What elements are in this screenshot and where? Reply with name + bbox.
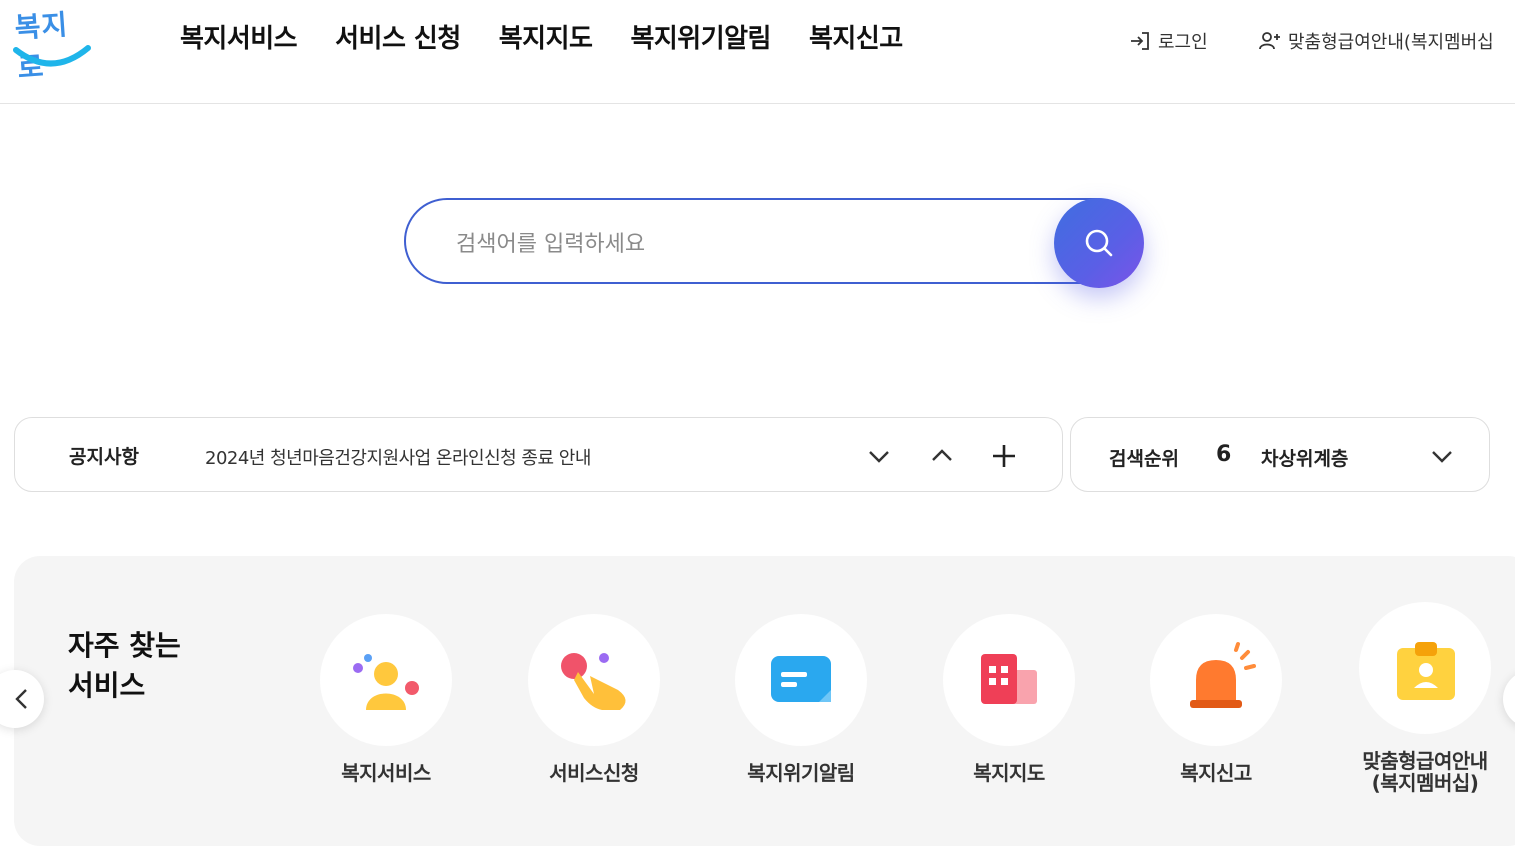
rank-label: 검색순위 — [1109, 448, 1179, 470]
site-header: 복지로 복지서비스 서비스 신청 복지지도 복지위기알림 복지신고 로그인 맞춤… — [0, 0, 1515, 104]
quick-item-welfare-report[interactable]: 복지신고 — [1121, 614, 1311, 784]
quick-item-circle — [528, 614, 660, 746]
quick-item-welfare-map[interactable]: 복지지도 — [914, 614, 1104, 784]
search-box — [404, 198, 1140, 284]
building-map-icon — [981, 654, 1037, 704]
nav-item-welfare-map[interactable]: 복지지도 — [499, 18, 593, 55]
nav-item-welfare-service[interactable]: 복지서비스 — [180, 18, 298, 55]
search-button[interactable] — [1054, 198, 1144, 288]
notice-bar: 공지사항 2024년 청년마음건강지원사업 온라인신청 종료 안내 — [14, 417, 1063, 492]
chevron-up-icon — [932, 449, 952, 461]
message-icon — [771, 656, 831, 702]
quick-item-crisis-alert[interactable]: 복지위기알림 — [706, 614, 896, 784]
quick-title-line2: 서비스 — [68, 669, 146, 702]
quick-item-label: 복지서비스 — [341, 761, 431, 785]
search-rank-bar: 검색순위 6 차상위계층 — [1070, 417, 1490, 492]
hand-tap-icon — [561, 653, 626, 710]
quick-title-line1: 자주 찾는 — [68, 629, 181, 662]
quick-item-label: 서비스신청 — [549, 761, 639, 785]
nav-item-crisis-alert[interactable]: 복지위기알림 — [630, 18, 771, 55]
notice-prev-button[interactable] — [928, 442, 956, 470]
logo-smile-icon — [13, 45, 91, 67]
search-input[interactable] — [454, 222, 1018, 266]
quick-item-circle — [1359, 602, 1491, 734]
login-icon — [1131, 32, 1149, 50]
membership-link[interactable]: 맞춤형급여안내(복지멤버십 — [1258, 28, 1494, 54]
quick-services-panel: 자주 찾는 서비스 복지서비스 서비스신청 복지위기알림 복지지도 복지신고 맞… — [14, 556, 1515, 846]
quick-item-label: 복지지도 — [973, 761, 1045, 785]
chevron-down-icon — [1432, 451, 1452, 463]
login-label: 로그인 — [1158, 32, 1208, 53]
notice-label: 공지사항 — [69, 446, 139, 468]
rank-keyword[interactable]: 차상위계층 — [1261, 444, 1348, 471]
id-badge-icon — [1397, 642, 1455, 700]
people-icon — [353, 654, 419, 710]
quick-item-label: 복지위기알림 — [747, 761, 855, 785]
quick-item-label-line2: (복지멤버십) — [1371, 771, 1479, 795]
user-plus-icon — [1259, 32, 1280, 50]
quick-item-label: 복지신고 — [1180, 761, 1252, 785]
main-nav: 복지서비스 서비스 신청 복지지도 복지위기알림 복지신고 — [180, 18, 903, 55]
chevron-left-icon — [15, 689, 27, 709]
search-icon — [1085, 229, 1113, 257]
quick-item-circle — [735, 614, 867, 746]
notice-text[interactable]: 2024년 청년마음건강지원사업 온라인신청 종료 안내 — [205, 444, 591, 470]
chevron-down-icon — [869, 451, 889, 463]
quick-item-circle — [1150, 614, 1282, 746]
search-area — [404, 198, 1144, 288]
quick-item-circle — [943, 614, 1075, 746]
nav-item-welfare-report[interactable]: 복지신고 — [809, 18, 903, 55]
rank-expand-button[interactable] — [1428, 442, 1456, 470]
quick-item-service-apply[interactable]: 서비스신청 — [499, 614, 689, 784]
membership-label: 맞춤형급여안내(복지멤버십 — [1288, 32, 1494, 53]
nav-item-service-apply[interactable]: 서비스 신청 — [335, 18, 461, 55]
notice-next-button[interactable] — [865, 442, 893, 470]
quick-item-label-line1: 맞춤형급여안내 — [1362, 749, 1488, 773]
notice-more-button[interactable] — [990, 442, 1018, 470]
quick-services-title: 자주 찾는 서비스 — [68, 626, 181, 706]
quick-item-membership[interactable]: 맞춤형급여안내 (복지멤버십) — [1330, 602, 1515, 794]
logo[interactable]: 복지로 — [12, 4, 92, 85]
quick-item-circle — [320, 614, 452, 746]
siren-icon — [1190, 642, 1256, 708]
quick-item-welfare-service[interactable]: 복지서비스 — [291, 614, 481, 784]
plus-icon — [993, 445, 1015, 467]
rank-number: 6 — [1216, 442, 1232, 467]
quick-item-label: 맞춤형급여안내 (복지멤버십) — [1330, 750, 1515, 794]
login-link[interactable]: 로그인 — [1128, 28, 1208, 54]
